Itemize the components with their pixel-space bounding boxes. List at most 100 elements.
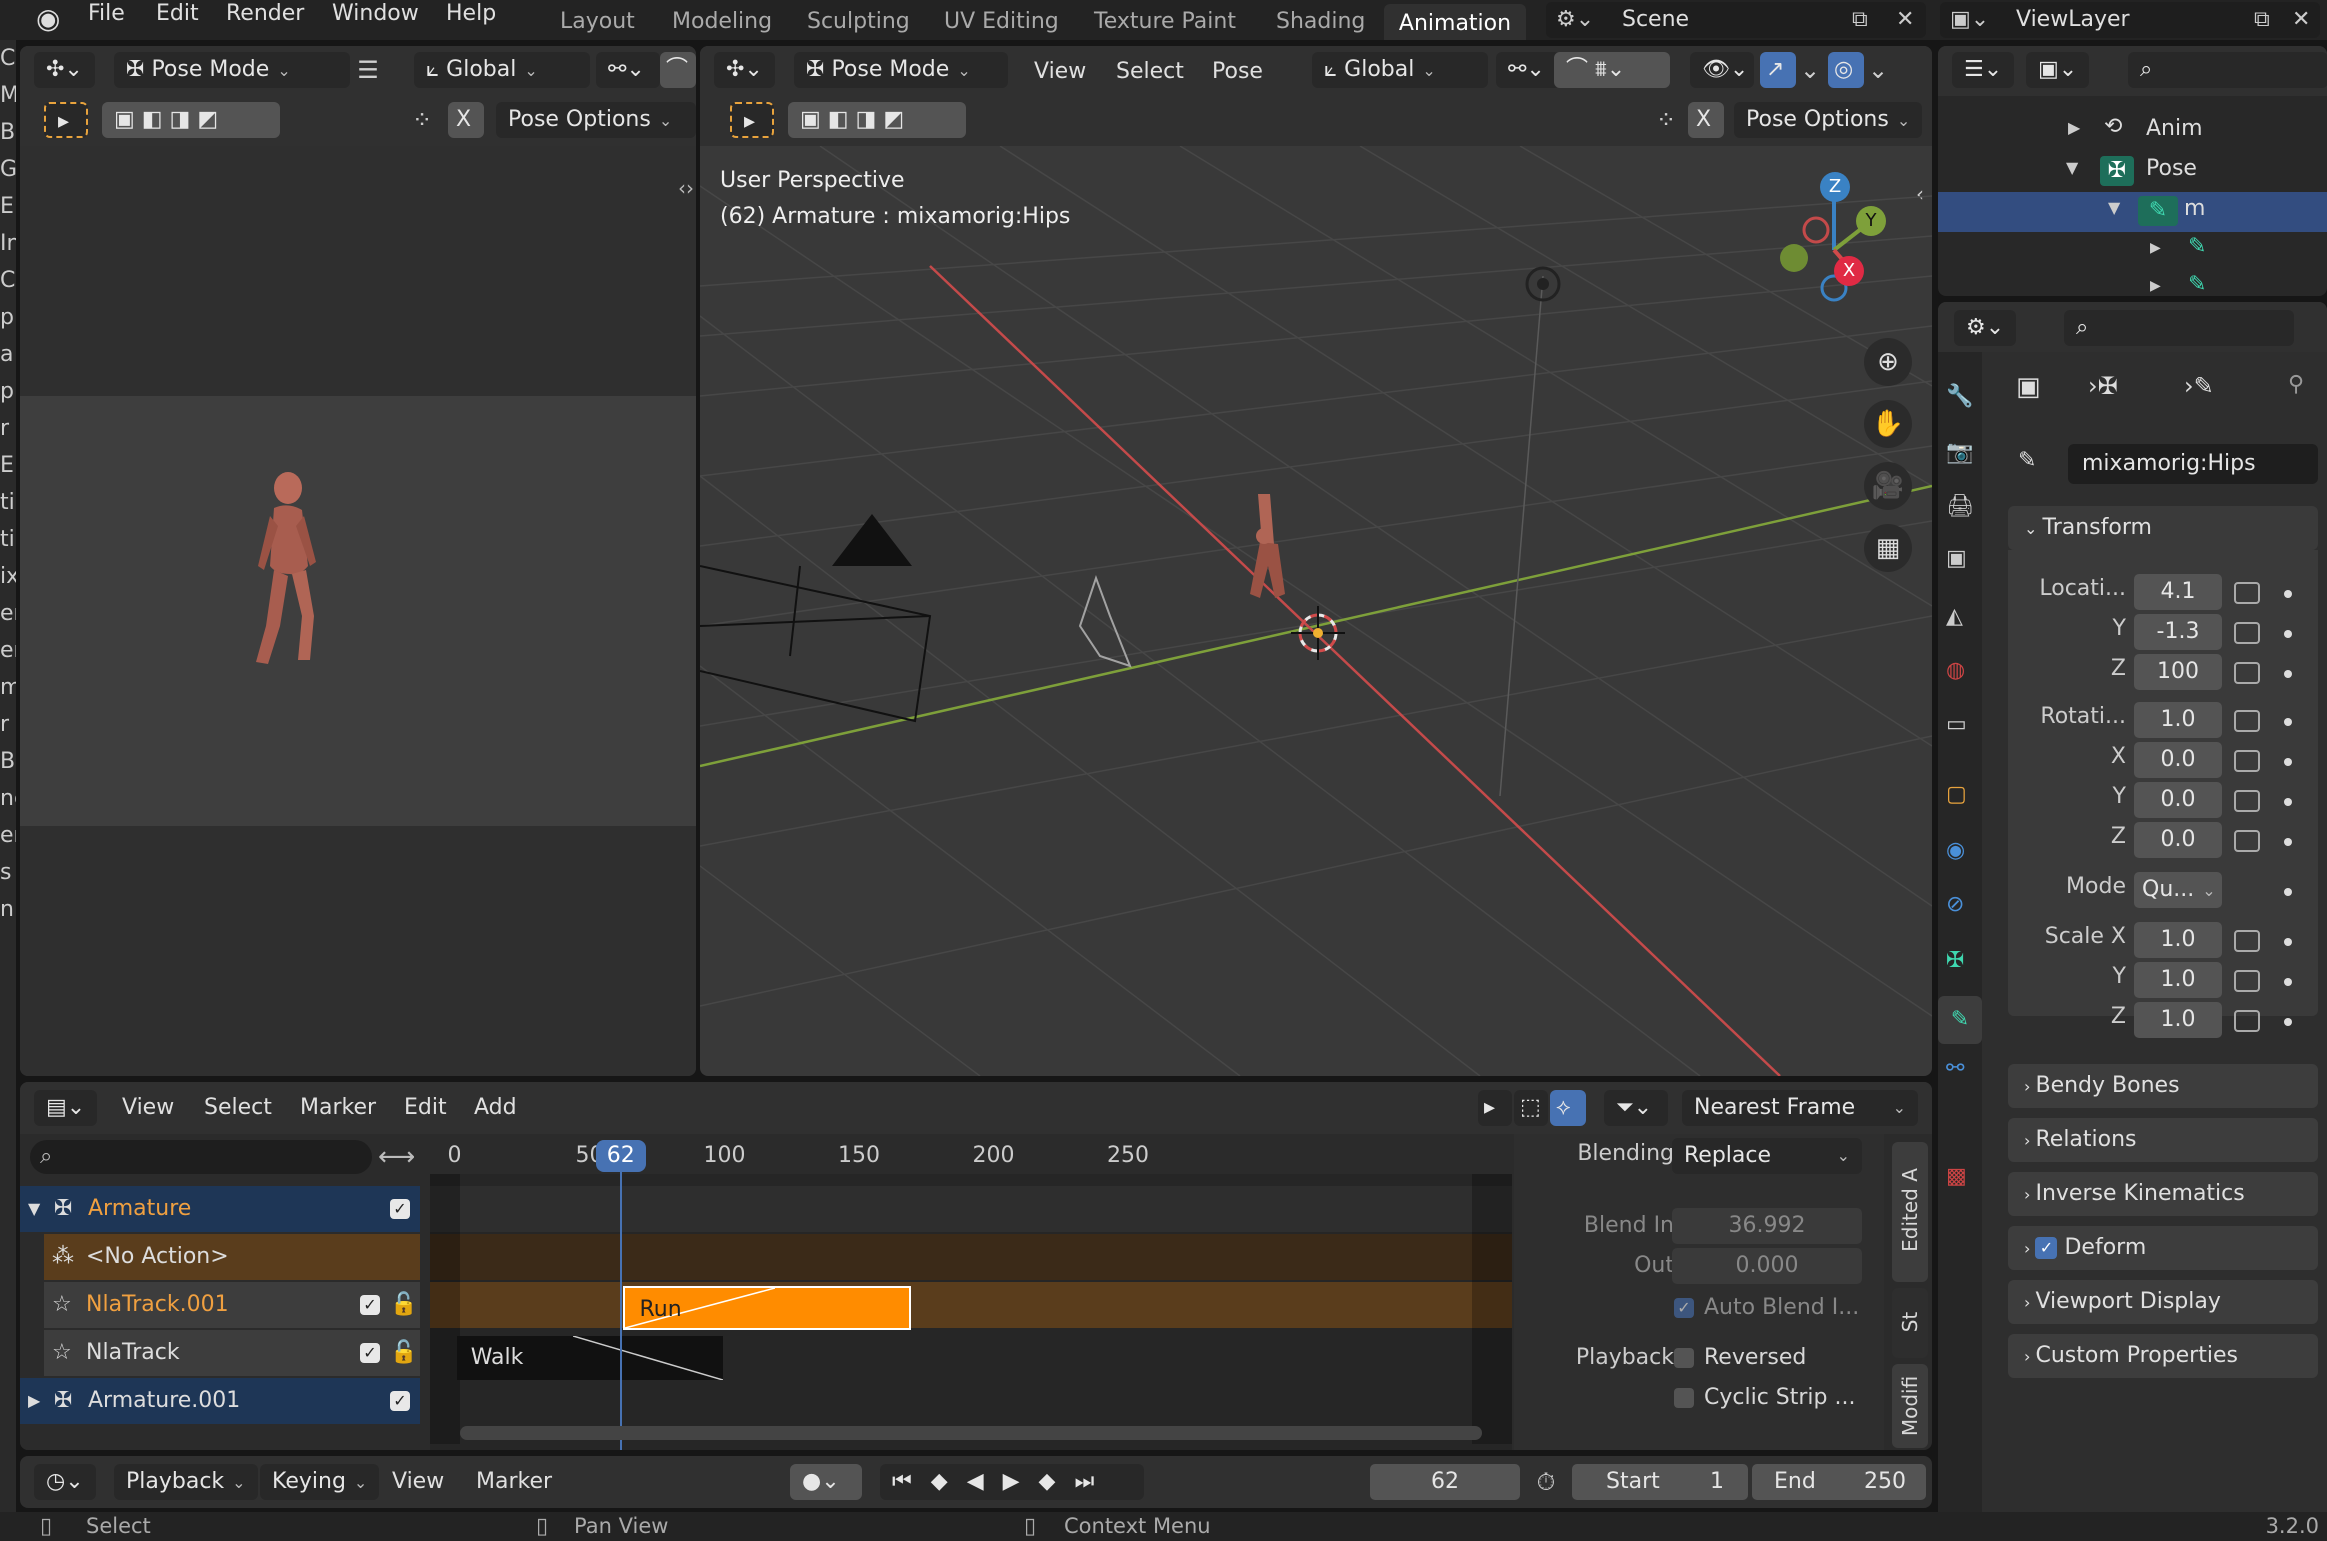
bendy-bones-section[interactable]: › Bendy Bones xyxy=(2008,1064,2318,1108)
playback-controls[interactable]: ⏮ ◆ ◀ ▶ ◆ ⏭ xyxy=(880,1464,1144,1500)
channel-visibility-checkbox[interactable]: ✓ xyxy=(360,1343,380,1363)
pin-icon[interactable]: ⚲ xyxy=(2288,372,2304,397)
tab-uv-editing[interactable]: UV Editing xyxy=(944,2,1059,42)
nla-editor-panel[interactable]: ▤⌄ View Select Marker Edit Add ▸ ⬚ ⟡ ⏷⌄ … xyxy=(20,1082,1932,1450)
keyframe-dot-icon[interactable] xyxy=(2284,670,2292,678)
viewport-mode-dropdown[interactable]: ✠ Pose Mode ⌄ xyxy=(794,52,1008,88)
nla-channel-no-action[interactable]: ⁂ <No Action> xyxy=(44,1234,420,1280)
relations-section[interactable]: › Relations xyxy=(2008,1118,2318,1162)
menu-edit[interactable]: Edit xyxy=(156,0,199,34)
viewport-pose-options-dropdown[interactable]: Pose Options ⌄ xyxy=(1734,102,1922,138)
camera-orientation-dropdown[interactable]: ⟀ Global ⌄ xyxy=(414,52,590,88)
sidebar-tab-strip[interactable]: St xyxy=(1892,1288,1928,1358)
viewport-snap-toggle[interactable]: ⌒ ⩩⌄ xyxy=(1554,52,1670,88)
lock-icon[interactable] xyxy=(2234,790,2260,812)
expand-arrow-icon[interactable]: ▶ xyxy=(2068,118,2080,137)
menu-help[interactable]: Help xyxy=(446,0,496,34)
keyframe-dot-icon[interactable] xyxy=(2284,758,2292,766)
inverse-kinematics-section[interactable]: › Inverse Kinematics xyxy=(2008,1172,2318,1216)
expand-arrow-icon[interactable]: ▶ xyxy=(2150,278,2161,294)
tab-shading[interactable]: Shading xyxy=(1276,2,1365,42)
display-mode-dropdown[interactable]: ▣⌄ xyxy=(2026,52,2090,88)
expand-arrow-icon[interactable]: ▶ xyxy=(2150,240,2161,256)
timeline-menu-marker[interactable]: Marker xyxy=(476,1456,552,1508)
editor-type-button[interactable]: ✣⌄ xyxy=(34,52,95,88)
sidebar-tab-modifiers[interactable]: Modifi xyxy=(1892,1364,1928,1448)
nla-channel-nlatrack[interactable]: ☆ NlaTrack ✓ 🔓 xyxy=(44,1330,420,1376)
lock-icon[interactable] xyxy=(2234,622,2260,644)
collapse-arrow-icon[interactable]: ▼ xyxy=(2108,198,2120,217)
x-mirror-button[interactable]: X xyxy=(448,102,484,138)
lock-icon[interactable]: 🔓 xyxy=(390,1330,417,1376)
keyframe-dot-icon[interactable] xyxy=(2284,630,2292,638)
blend-out-field[interactable]: 0.000 xyxy=(1672,1248,1862,1284)
pivot-dropdown[interactable]: ⚯⌄ xyxy=(596,52,660,88)
constraints-tab-icon[interactable]: ⊘ xyxy=(1946,892,1964,917)
lock-icon[interactable] xyxy=(2234,930,2260,952)
keyframe-dot-icon[interactable] xyxy=(2284,1018,2292,1026)
blending-dropdown[interactable]: Replace ⌄ xyxy=(1672,1138,1862,1174)
bone-tab-icon[interactable]: ✎ xyxy=(1938,996,1982,1044)
keyframe-dot-icon[interactable] xyxy=(2284,978,2292,986)
bone-constraints-tab-icon[interactable]: ⚯ xyxy=(1946,1056,1964,1081)
viewport-menu-select[interactable]: Select xyxy=(1116,46,1184,98)
nla-channel-nlatrack-001[interactable]: ☆ NlaTrack.001 ✓ 🔓 xyxy=(44,1282,420,1328)
nla-snap-mode-dropdown[interactable]: Nearest Frame ⌄ xyxy=(1682,1090,1918,1126)
armature-data-tab-icon[interactable]: ✠ xyxy=(1946,948,1964,973)
scale-y-field[interactable]: 1.0 xyxy=(2134,962,2222,998)
rotation-x-field[interactable]: 0.0 xyxy=(2134,742,2222,778)
timeline-panel[interactable]: ◷⌄ Playback ⌄ Keying ⌄ View Marker ●⌄ ⏮ ◆ … xyxy=(20,1456,1932,1508)
outliner-row-anim[interactable]: ▶ ⟲ Anim xyxy=(1938,112,2327,152)
viewport-pivot-dropdown[interactable]: ⚯⌄ xyxy=(1496,52,1560,88)
nla-filter-dropdown[interactable]: ⏷⌄ xyxy=(1604,1090,1668,1126)
view-layer-tab-icon[interactable]: ▣ xyxy=(1946,546,1967,571)
nla-menu-select[interactable]: Select xyxy=(204,1082,272,1134)
rotation-mode-dropdown[interactable]: Qu... ⌄ xyxy=(2134,872,2222,908)
timeline-playback-menu[interactable]: Playback ⌄ xyxy=(114,1464,258,1500)
viewport-display-section[interactable]: › Viewport Display xyxy=(2008,1280,2318,1324)
deform-section[interactable]: › ✓ Deform xyxy=(2008,1226,2318,1270)
outliner-row-pose[interactable]: ▼ ✠ Pose xyxy=(1938,152,2327,192)
physics-tab-icon[interactable]: ◉ xyxy=(1946,838,1965,863)
outliner-search-input[interactable]: ⌕ xyxy=(2128,52,2327,88)
properties-search-input[interactable]: ⌕ xyxy=(2064,310,2294,346)
sidebar-tab-edited-action[interactable]: Edited A xyxy=(1892,1142,1928,1282)
select-tool-button[interactable]: ▸ xyxy=(44,102,88,138)
transform-section-header[interactable]: ⌄ Transform xyxy=(2008,506,2318,550)
tab-layout[interactable]: Layout xyxy=(560,2,635,42)
cyclic-strip-checkbox[interactable] xyxy=(1674,1388,1694,1408)
nla-menu-view[interactable]: View xyxy=(122,1082,174,1134)
tab-modeling[interactable]: Modeling xyxy=(672,2,772,42)
lock-icon[interactable] xyxy=(2234,662,2260,684)
tool-tab-icon[interactable]: 🔧 xyxy=(1946,384,1973,409)
location-y-field[interactable]: -1.3 xyxy=(2134,614,2222,650)
panel-collapse-icon[interactable]: ‹› xyxy=(678,176,694,200)
nla-menu-edit[interactable]: Edit xyxy=(404,1082,447,1134)
viewport-menu-view[interactable]: View xyxy=(1034,46,1086,98)
collapse-arrow-icon[interactable]: ▼ xyxy=(28,1186,40,1232)
overlay-toggle[interactable]: ◎ xyxy=(1828,52,1864,88)
channel-visibility-checkbox[interactable]: ✓ xyxy=(360,1295,380,1315)
viewport-mirror-icon[interactable]: ⁘ xyxy=(1648,102,1684,138)
close-scene-icon[interactable]: ✕ xyxy=(1896,2,1914,38)
reversed-checkbox[interactable] xyxy=(1674,1348,1694,1368)
auto-blend-checkbox[interactable]: ✓ xyxy=(1674,1298,1694,1318)
solo-star-icon[interactable]: ☆ xyxy=(52,1282,72,1328)
pose-options-dropdown[interactable]: Pose Options ⌄ xyxy=(496,102,696,138)
world-tab-icon[interactable]: ◍ xyxy=(1946,658,1965,683)
viewport-menu-pose[interactable]: Pose xyxy=(1212,46,1263,98)
new-scene-icon[interactable]: ⧉ xyxy=(1852,2,1868,38)
close-view-layer-icon[interactable]: ✕ xyxy=(2292,2,2310,38)
solo-star-icon[interactable]: ☆ xyxy=(52,1330,72,1376)
scale-z-field[interactable]: 1.0 xyxy=(2134,1002,2222,1038)
nla-snap-toggle[interactable]: ⟡ xyxy=(1550,1090,1586,1126)
lock-icon[interactable] xyxy=(2234,582,2260,604)
viewport-select-tool-button[interactable]: ▸ xyxy=(730,102,774,138)
rotation-z-field[interactable]: 0.0 xyxy=(2134,822,2222,858)
keyframe-dot-icon[interactable] xyxy=(2284,938,2292,946)
timeline-menu-view[interactable]: View xyxy=(392,1456,444,1508)
tab-sculpting[interactable]: Sculpting xyxy=(807,2,910,42)
nla-box-select-button[interactable]: ⬚ xyxy=(1514,1090,1548,1126)
keyframe-dot-icon[interactable] xyxy=(2284,838,2292,846)
gizmo-x-ball[interactable]: X xyxy=(1834,256,1864,286)
